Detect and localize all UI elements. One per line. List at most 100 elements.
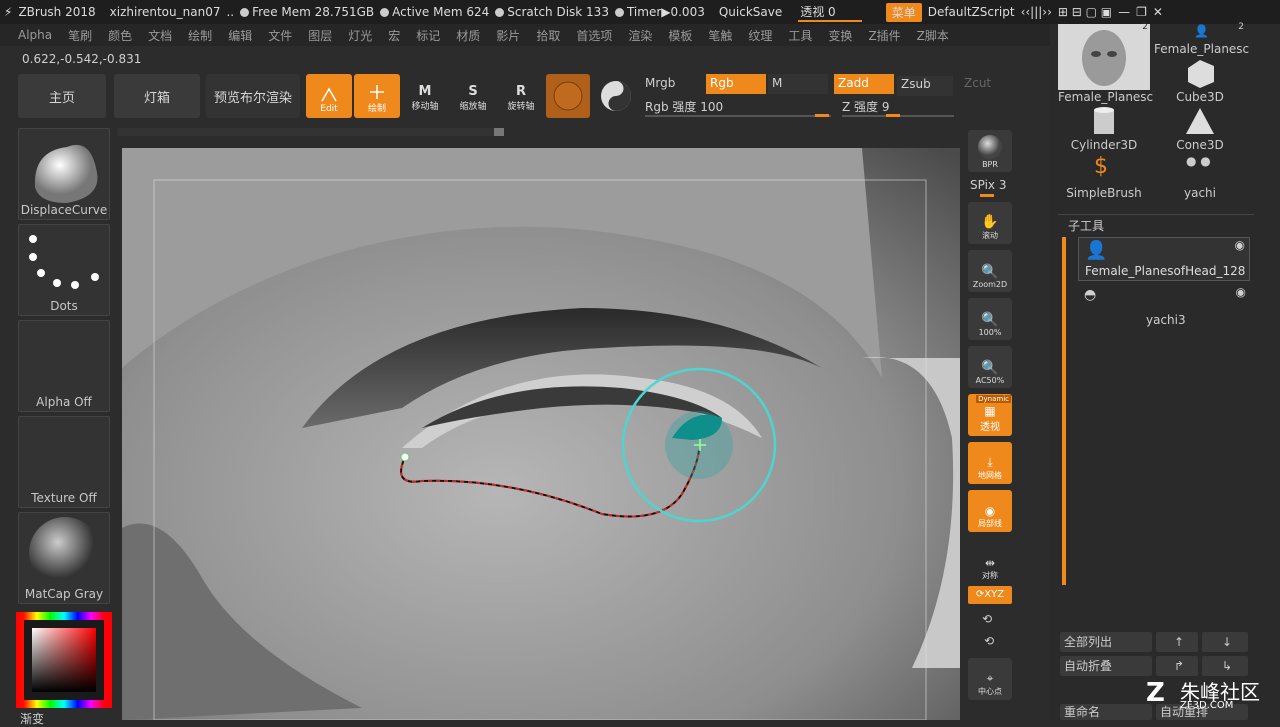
m-toggle[interactable]: M xyxy=(768,74,828,94)
tool-thumb-cube[interactable]: Cube3D xyxy=(1154,58,1246,104)
menu-item[interactable]: 首选项 xyxy=(576,27,612,44)
menu-button[interactable]: 菜单 xyxy=(885,2,922,22)
stroke-slot[interactable]: Dots xyxy=(18,224,110,316)
actual-size-button[interactable]: 🔍 100% xyxy=(968,298,1012,340)
edit-button[interactable]: Edit xyxy=(306,74,352,118)
menu-item[interactable]: Z脚本 xyxy=(917,27,949,44)
auto-collapse-button[interactable]: 自动折叠 xyxy=(1060,656,1152,676)
tool-thumb-yachi[interactable]: ● ● yachi xyxy=(1154,154,1246,200)
move-up-icon[interactable]: ↑ xyxy=(1156,632,1198,652)
menu-item[interactable]: 拾取 xyxy=(536,27,560,44)
quicksave-button[interactable]: QuickSave xyxy=(719,5,782,19)
material-slot[interactable]: MatCap Gray xyxy=(18,512,110,604)
menu-item[interactable]: 宏 xyxy=(388,27,400,44)
menu-item[interactable]: 渲染 xyxy=(628,27,652,44)
menu-item[interactable]: 图层 xyxy=(308,27,332,44)
head-icon xyxy=(1082,30,1126,86)
zcut-toggle[interactable]: Zcut xyxy=(964,76,991,90)
canvas-viewport[interactable] xyxy=(122,148,960,720)
material-swatch[interactable] xyxy=(546,74,590,118)
menu-item[interactable]: 模板 xyxy=(668,27,692,44)
tool-thumb-head[interactable]: Female_Planesc 2 xyxy=(1058,22,1153,104)
menu-item[interactable]: 编辑 xyxy=(228,27,252,44)
subtool-scrollbar[interactable] xyxy=(1062,237,1066,585)
transparency-slider[interactable]: 透视 0 xyxy=(798,3,862,22)
xyz-rotation-button[interactable]: ⟳XYZ xyxy=(968,586,1012,604)
rotate-z-icon[interactable]: ⟲ xyxy=(984,634,994,648)
rgb-toggle[interactable]: Rgb xyxy=(706,74,766,94)
menu-item[interactable]: 绘制 xyxy=(188,27,212,44)
tool-thumb-simplebrush[interactable]: $ SimpleBrush xyxy=(1058,154,1150,200)
menu-item[interactable]: 颜色 xyxy=(108,27,132,44)
tool-thumb-cylinder[interactable]: Cylinder3D xyxy=(1058,106,1150,152)
slider-handle[interactable] xyxy=(815,114,829,117)
menu-item[interactable]: 变换 xyxy=(828,27,852,44)
spix-slider[interactable]: SPix 3 xyxy=(970,178,1006,192)
mrgb-toggle[interactable]: Mrgb xyxy=(645,76,675,90)
tool-thumb-head-small[interactable]: 👤 2 Female_Planesc xyxy=(1154,22,1249,56)
rotate-button[interactable]: R 旋转轴 xyxy=(498,74,544,118)
lightbox-button[interactable]: 灯箱 xyxy=(114,74,200,118)
slider-handle[interactable] xyxy=(886,114,900,117)
texture-slot[interactable]: Texture Off xyxy=(18,416,110,508)
z-intensity-slider[interactable]: Z 强度 9 xyxy=(842,98,954,117)
subtool-item-female[interactable]: 👤 ◉ Female_PlanesofHead_128 xyxy=(1078,237,1250,281)
arrow-icon[interactable]: ↱ xyxy=(1156,656,1198,676)
rgb-intensity-slider[interactable]: Rgb 强度 100 xyxy=(645,98,831,117)
menu-item[interactable]: 纹理 xyxy=(748,27,772,44)
menu-item[interactable]: 标记 xyxy=(416,27,440,44)
zscript-name[interactable]: DefaultZScript xyxy=(928,5,1015,19)
local-button[interactable]: ◉ 局部线 xyxy=(968,490,1012,532)
visibility-eye-icon[interactable]: ◉ xyxy=(1236,285,1246,299)
menu-item[interactable]: 笔刷 xyxy=(68,27,92,44)
rename-button[interactable]: 重命名 xyxy=(1060,704,1152,720)
sculpt-canvas[interactable] xyxy=(122,148,960,720)
layout-icon[interactable]: ‹‹|||›› xyxy=(1021,5,1052,19)
curve-start-handle[interactable] xyxy=(400,452,410,462)
perspective-button[interactable]: Dynamic ▦ 透视 xyxy=(968,394,1012,436)
restore-icon[interactable]: ❐ xyxy=(1136,5,1147,19)
scale-button[interactable]: S 缩放轴 xyxy=(450,74,496,118)
zsub-toggle[interactable]: Zsub xyxy=(897,76,953,96)
alpha-slot[interactable]: Alpha Off xyxy=(18,320,110,412)
floor-button[interactable]: ⤓ 地网格 xyxy=(968,442,1012,484)
arrow-down-icon[interactable]: ↳ xyxy=(1202,656,1248,676)
spix-handle[interactable] xyxy=(980,194,994,197)
tool-thumb-cone[interactable]: Cone3D xyxy=(1154,106,1246,152)
brush-slot[interactable]: DisplaceCurve xyxy=(18,128,110,220)
menu-item[interactable]: 文档 xyxy=(148,27,172,44)
rotate-y-icon[interactable]: ⟲ xyxy=(982,612,992,626)
menu-item[interactable]: 笔触 xyxy=(708,27,732,44)
bpr-render-button[interactable]: 预览布尔渲染 xyxy=(206,74,300,118)
texture-swatch[interactable] xyxy=(598,78,634,114)
center-pivot-button[interactable]: ⌖ 中心点 xyxy=(968,658,1012,700)
menu-item[interactable]: 影片 xyxy=(496,27,520,44)
menu-item[interactable]: Z插件 xyxy=(868,27,900,44)
shelf-scrollbar[interactable] xyxy=(118,128,504,136)
menu-item[interactable]: 文件 xyxy=(268,27,292,44)
color-picker[interactable] xyxy=(16,612,112,708)
file-name: xizhirentou_nan07 xyxy=(109,5,221,19)
draw-button[interactable]: 绘制 xyxy=(354,74,400,118)
bpr-button[interactable]: BPR xyxy=(968,130,1012,172)
list-all-button[interactable]: 全部列出 xyxy=(1060,632,1152,652)
subtool-item-yachi3[interactable]: ◓ ◉ yachi3 xyxy=(1078,285,1250,329)
zoom2d-button[interactable]: 🔍 Zoom2D xyxy=(968,250,1012,292)
visibility-eye-icon[interactable]: ◉ xyxy=(1235,238,1245,252)
scroll-button[interactable]: ✋ 滚动 xyxy=(968,202,1012,244)
minimize-icon[interactable]: — xyxy=(1118,5,1130,19)
symmetry-button[interactable]: ⇹ 对称 xyxy=(968,542,1012,584)
close-icon[interactable]: ✕ xyxy=(1153,5,1163,19)
home-button[interactable]: 主页 xyxy=(18,74,106,118)
ac50-button[interactable]: 🔍 AC50% xyxy=(968,346,1012,388)
menu-item[interactable]: 灯光 xyxy=(348,27,372,44)
menu-item[interactable]: 工具 xyxy=(788,27,812,44)
menu-item[interactable]: Alpha xyxy=(18,28,52,42)
move-down-icon[interactable]: ↓ xyxy=(1202,632,1248,652)
zadd-toggle[interactable]: Zadd xyxy=(834,74,894,94)
window-icons[interactable]: ⊞ ⊟ ▢ ▣ xyxy=(1058,5,1112,19)
watermark: Z 朱峰社区 ZF3D.COM xyxy=(1146,678,1260,711)
color-square[interactable] xyxy=(32,628,96,692)
menu-item[interactable]: 材质 xyxy=(456,27,480,44)
move-button[interactable]: M 移动轴 xyxy=(402,74,448,118)
